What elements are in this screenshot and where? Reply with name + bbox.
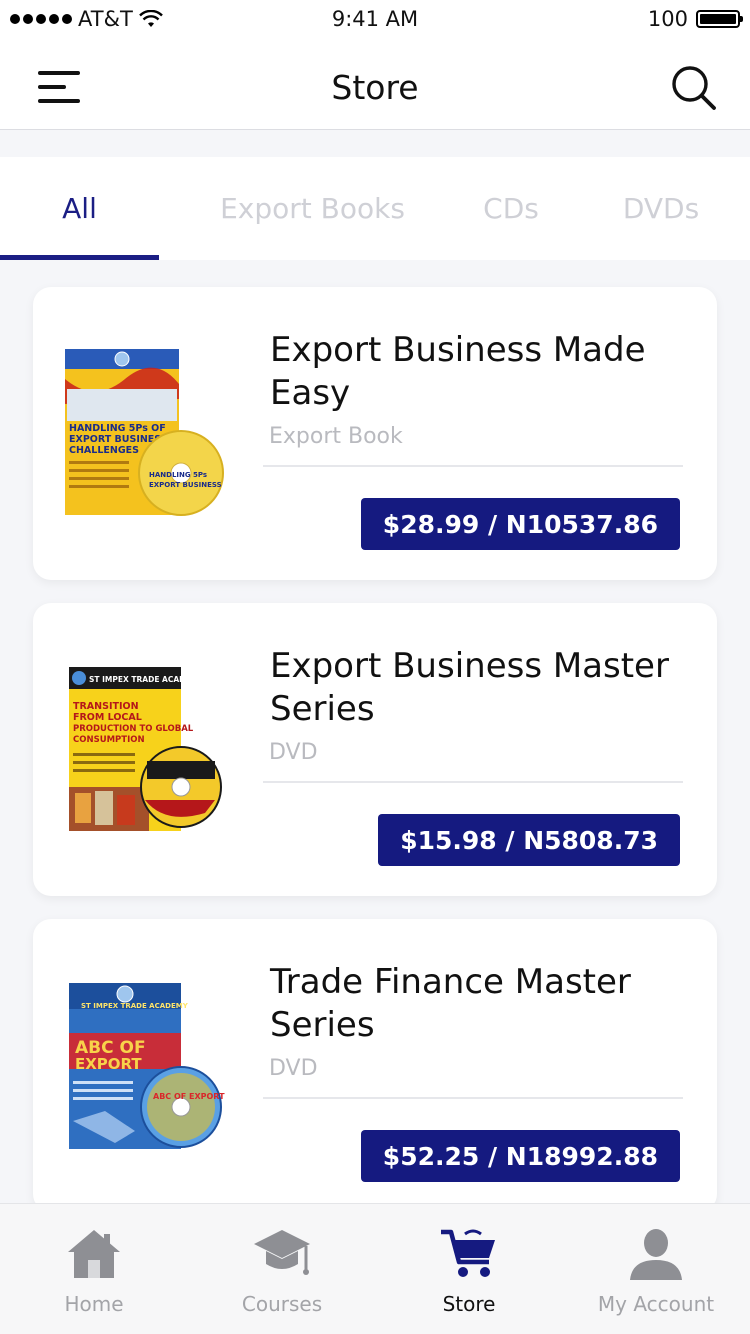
product-title: Export Business Master Series (270, 646, 669, 729)
graduation-cap-icon (254, 1230, 310, 1275)
tab-label: Courses (241, 1292, 323, 1316)
category-tabs: All Export Books CDs DVDs (0, 157, 750, 260)
bottom-tab-bar: Home Courses Store My Account (0, 1203, 750, 1334)
tab-label: Home (64, 1292, 124, 1316)
battery-percent: 100 (647, 7, 688, 31)
tab-export-books[interactable]: Export Books (200, 157, 425, 260)
user-icon (630, 1229, 682, 1280)
svg-text:CONSUMPTION: CONSUMPTION (73, 735, 145, 745)
product-title: Export Business Made Easy (270, 330, 646, 413)
svg-text:CHALLENGES: CHALLENGES (69, 445, 139, 456)
home-icon (68, 1230, 120, 1278)
svg-text:EXPORT: EXPORT (75, 1055, 142, 1073)
product-type: DVD (269, 740, 318, 765)
svg-text:EXPORT BUSINESS: EXPORT BUSINESS (149, 481, 222, 489)
tab-label: My Account (597, 1292, 715, 1316)
svg-text:HANDLING 5Ps OF: HANDLING 5Ps OF (69, 423, 166, 434)
tab-label: Store (442, 1292, 496, 1316)
nav-bar: Store (0, 40, 750, 130)
page-title: Store (331, 68, 419, 107)
price-button[interactable]: $28.99 / N10537.86 (360, 498, 680, 550)
product-image: ST IMPEX TRADE ACADEMY ABC OF EXPORT ABC… (69, 983, 225, 1149)
tab-courses[interactable]: Courses (188, 1204, 376, 1334)
shopping-cart-icon (441, 1229, 495, 1277)
svg-text:ABC OF EXPORT: ABC OF EXPORT (153, 1092, 225, 1101)
product-image: HANDLING 5Ps OF EXPORT BUSINESS CHALLENG… (65, 349, 224, 516)
product-type: Export Book (269, 424, 403, 449)
price-button[interactable]: $15.98 / N5808.73 (378, 814, 680, 866)
svg-text:ST IMPEX TRADE ACADEMY: ST IMPEX TRADE ACADEMY (89, 675, 204, 684)
search-icon[interactable] (670, 64, 718, 112)
product-type: DVD (269, 1056, 318, 1081)
active-tab-indicator (0, 255, 159, 260)
svg-text:HANDLING 5Ps: HANDLING 5Ps (149, 471, 207, 479)
product-card[interactable]: ST IMPEX TRADE ACADEMY ABC OF EXPORT ABC… (33, 919, 717, 1212)
status-bar: AT&T 9:41 AM 100 (0, 0, 750, 40)
tab-all[interactable]: All (0, 157, 159, 260)
battery-group: 100 (647, 7, 743, 31)
tab-dvds[interactable]: DVDs (600, 157, 722, 260)
tab-my-account[interactable]: My Account (562, 1204, 750, 1334)
divider (263, 465, 683, 467)
product-card[interactable]: HANDLING 5Ps OF EXPORT BUSINESS CHALLENG… (33, 287, 717, 580)
product-image: ST IMPEX TRADE ACADEMY TRANSITION FROM L… (69, 667, 222, 831)
svg-text:ST IMPEX TRADE ACADEMY: ST IMPEX TRADE ACADEMY (81, 1002, 189, 1010)
product-card[interactable]: ST IMPEX TRADE ACADEMY TRANSITION FROM L… (33, 603, 717, 896)
battery-icon (696, 10, 743, 28)
tab-cds[interactable]: CDs (455, 157, 567, 260)
tab-home[interactable]: Home (0, 1204, 188, 1334)
svg-text:TRANSITION: TRANSITION (73, 701, 139, 712)
clock: 9:41 AM (331, 7, 419, 31)
divider (263, 781, 683, 783)
price-button[interactable]: $52.25 / N18992.88 (360, 1130, 680, 1182)
tab-store[interactable]: Store (375, 1204, 563, 1334)
svg-text:FROM LOCAL: FROM LOCAL (73, 712, 142, 723)
svg-text:PRODUCTION TO GLOBAL: PRODUCTION TO GLOBAL (73, 724, 194, 734)
product-title: Trade Finance Master Series (270, 962, 631, 1045)
divider (263, 1097, 683, 1099)
